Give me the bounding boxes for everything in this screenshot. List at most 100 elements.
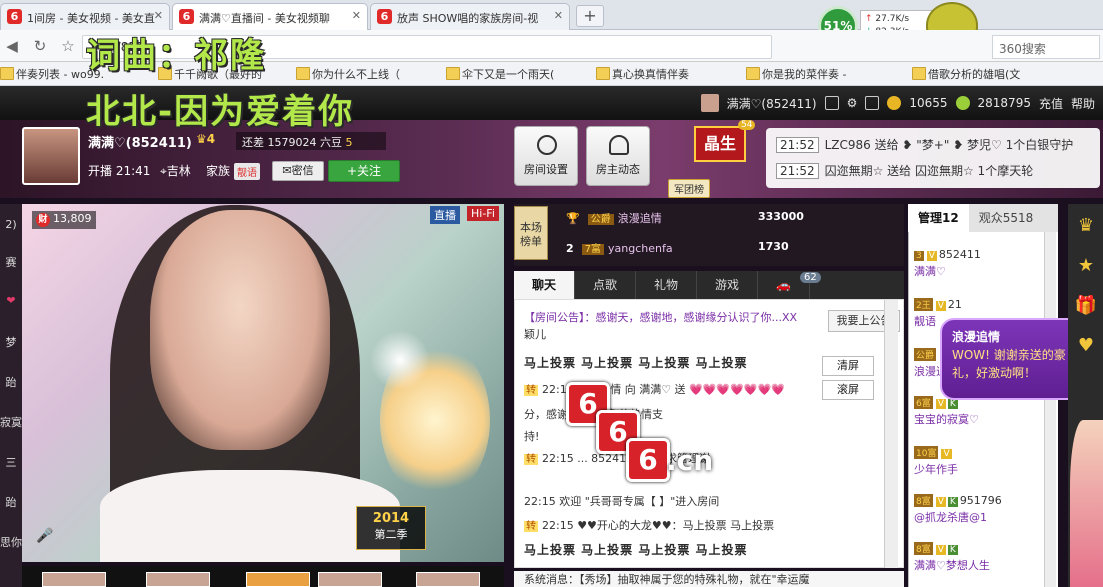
crown-icon[interactable]: ♛ — [1074, 214, 1098, 238]
site-watermark: 6 6 6 .cn — [566, 382, 756, 492]
recharge-link[interactable]: 充值 — [1039, 95, 1063, 112]
user-list-item[interactable]: 10富 V 少年作手 — [914, 446, 958, 477]
user-level: 3 — [914, 251, 924, 261]
notice-time: 21:52 — [776, 137, 819, 153]
bookmark-item[interactable]: 你是我的菜伴奏 - — [746, 66, 846, 82]
thumbnail[interactable] — [246, 572, 310, 587]
user-name: 满满♡ — [914, 265, 946, 278]
crown-icon: ♛ — [196, 132, 207, 146]
tab-audience[interactable]: 观众5518 — [969, 204, 1044, 232]
search-input[interactable]: 360搜索 — [992, 35, 1100, 59]
browser-tab[interactable]: 6 1间房 - 美女视频 - 美女直 ✕ — [0, 3, 170, 30]
host-avatar[interactable] — [22, 127, 80, 185]
coin-count: 10655 — [909, 96, 948, 110]
thumbnail[interactable] — [42, 572, 106, 587]
bookmark-item[interactable]: 真心换真情伴奏 — [596, 66, 689, 82]
browser-tab[interactable]: 6 放声 SHOW唱的家族房间-视 ✕ — [370, 3, 570, 30]
browser-tab-active[interactable]: 6 满满♡直播间 - 美女视频聊 ✕ — [172, 3, 368, 30]
private-message-button[interactable]: ✉密信 — [272, 161, 324, 181]
user-list-item[interactable]: 3 V 852411 满满♡ — [914, 248, 981, 279]
gift-notice-panel: 21:52 LZC986 送给 ❥ "梦+" ❥ 梦児♡ 1个白银守护 21:52… — [766, 128, 1100, 188]
bubble-text: WOW! 谢谢亲送的豪礼，好激动啊！ — [952, 348, 1066, 380]
mail-icon: ✉ — [282, 164, 292, 177]
user-list-tabs: 管理12 观众5518 — [908, 204, 1058, 232]
room-settings-button[interactable]: 房间设置 — [514, 126, 578, 186]
scroll-lock-button[interactable]: 滚屏 — [822, 380, 874, 400]
star-icon[interactable]: ☆ — [58, 36, 78, 56]
heart-icon[interactable]: ♥ — [1074, 334, 1098, 358]
family-crest[interactable]: 晶生 — [694, 126, 746, 162]
diff-label: 还差 — [242, 136, 264, 149]
left-strip-item[interactable]: 2) — [0, 218, 22, 231]
season-promo[interactable]: 2014 第二季 — [356, 506, 426, 550]
user-level: 8富 — [914, 542, 933, 555]
user-id: 21 — [947, 298, 962, 311]
chat-announcement: 【房间公告】：感谢天，感谢地，感谢缘分认识了你...XX — [524, 309, 797, 325]
bean-count: 2818795 — [977, 96, 1031, 110]
new-tab-button[interactable]: + — [576, 5, 604, 27]
tab-chat[interactable]: 聊天 — [514, 271, 576, 299]
left-strip-item[interactable]: 跆 — [0, 374, 22, 390]
bookmark-item[interactable]: 借歌分析的雄唱(文 — [912, 66, 1020, 82]
thumbnail[interactable] — [318, 572, 382, 587]
room-settings-label: 房间设置 — [524, 163, 568, 176]
user-list-item[interactable]: 8富 V K 满满♡梦想人生 — [914, 542, 990, 573]
refresh-icon[interactable]: ↻ — [30, 36, 50, 56]
microphone-icon[interactable]: 🎤 — [36, 528, 53, 550]
tab-managers[interactable]: 管理12 — [908, 204, 969, 232]
chat-scrollbar[interactable] — [884, 300, 898, 568]
user-list-item[interactable]: 8富 V K 951796 @抓龙杀唐@1 — [914, 494, 1002, 525]
tab-games[interactable]: 游戏 — [697, 271, 759, 299]
chat-line: 马上投票 马上投票 马上投票 马上投票 — [524, 543, 748, 557]
back-icon[interactable]: ◀ — [2, 36, 22, 56]
screen: { "browser": { "tabs": [ {"title": "1间房 … — [0, 0, 1103, 587]
left-strip-item[interactable]: 梦 — [0, 334, 22, 350]
thumbnail[interactable] — [146, 572, 210, 587]
follow-button[interactable]: +关注 — [328, 160, 400, 182]
edit-icon[interactable] — [824, 96, 839, 110]
family-tag[interactable]: 靓语 — [234, 163, 260, 180]
close-icon[interactable]: ✕ — [352, 9, 361, 22]
star-icon[interactable]: ★ — [1074, 254, 1098, 278]
help-link[interactable]: 帮助 — [1071, 95, 1095, 112]
left-strip-item[interactable]: 寂寞 — [0, 414, 22, 430]
left-strip-item[interactable]: ❤ — [0, 294, 22, 307]
left-strip-item[interactable]: 赛 — [0, 254, 22, 270]
left-strip-item[interactable]: 思你 — [0, 534, 22, 550]
k-badge: K — [947, 497, 958, 507]
tab-song-request[interactable]: 点歌 — [575, 271, 637, 299]
notice-text: LZC986 送给 ❥ "梦+" ❥ 梦児♡ 1个白银守护 — [824, 138, 1074, 152]
bookmark-item[interactable]: 伞下又是一个雨天( — [446, 66, 554, 82]
user-level: 10富 — [914, 446, 939, 459]
header-user-name[interactable]: 满满♡(852411) — [727, 95, 817, 112]
host-feed-button[interactable]: 房主动态 — [586, 126, 650, 186]
mail-icon[interactable] — [865, 96, 880, 110]
close-icon[interactable]: ✕ — [154, 9, 163, 22]
left-strip-item[interactable]: 三 — [0, 454, 22, 470]
hifi-tag: Hi-Fi — [467, 206, 499, 221]
user-level: 2王 — [914, 298, 933, 311]
clear-screen-button[interactable]: 清屏 — [822, 356, 874, 376]
user-list-scrollbar[interactable] — [1044, 232, 1056, 587]
rank-row[interactable]: 🏆 公爵 浪漫追情 333000 — [566, 210, 896, 226]
up-arrow-icon: ↑ — [865, 14, 873, 24]
close-icon[interactable]: ✕ — [554, 9, 563, 22]
start-time: 开播 21:41 — [88, 162, 150, 179]
left-strip-item[interactable]: 跆 — [0, 494, 22, 510]
rank-value: 1730 — [758, 240, 789, 253]
bookmark-item[interactable]: 你为什么不上线（ — [296, 66, 400, 82]
user-id: 852411 — [938, 248, 981, 261]
tab-gifts[interactable]: 礼物 — [636, 271, 698, 299]
user-list-item[interactable]: 6富 V K 宝宝的寂寞♡ — [914, 396, 979, 427]
avatar[interactable] — [700, 94, 719, 112]
transfer-tag: 转 — [524, 454, 538, 465]
army-rank-button[interactable]: 军团榜 — [668, 179, 710, 198]
coin-icon — [887, 96, 902, 110]
gear-icon[interactable]: ⚙ — [847, 96, 858, 110]
rank-row[interactable]: 2 7富 yangchenfa 1730 — [566, 240, 896, 255]
rank-name: 浪漫追情 — [617, 212, 662, 225]
gift-icon[interactable]: 🎁 — [1074, 294, 1098, 318]
diff-value: 1579024 — [267, 136, 317, 149]
vip-badge: V — [926, 251, 937, 261]
thumbnail[interactable] — [416, 572, 480, 587]
